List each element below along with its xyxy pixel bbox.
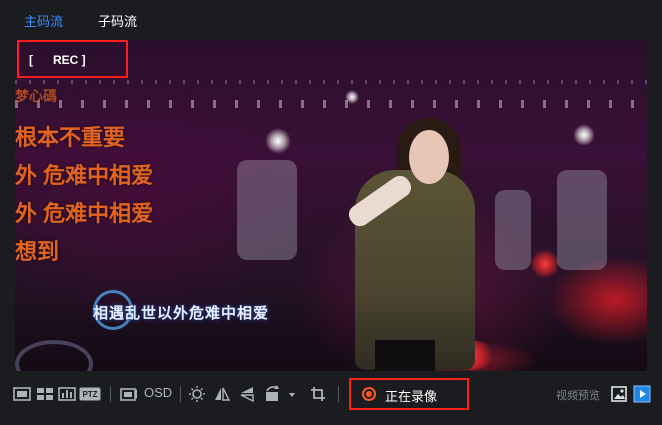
- image-icon[interactable]: [610, 385, 628, 403]
- toolbar-divider: [180, 386, 181, 402]
- side-lyric: 梦心碼: [15, 88, 57, 104]
- side-lyric: 外 危难中相爱: [15, 201, 154, 226]
- background-figure: [557, 170, 607, 270]
- bar-chart-icon[interactable]: [58, 385, 76, 403]
- side-lyric: 想到: [15, 239, 60, 264]
- singer-face: [409, 130, 449, 184]
- spotlight: [345, 90, 359, 104]
- singer-pants: [375, 340, 435, 371]
- spotlight: [265, 128, 291, 154]
- grid-1x1-icon[interactable]: [13, 385, 31, 403]
- grid-2x2-icon[interactable]: [36, 385, 54, 403]
- recording-label: 正在录像: [385, 389, 438, 404]
- ptz-label: PTZ: [82, 389, 98, 399]
- play-icon[interactable]: [633, 385, 651, 403]
- side-lyric: 根本不重要: [15, 125, 126, 150]
- rec-badge: [ REC ]: [17, 40, 128, 78]
- stage-disc: [15, 340, 93, 371]
- flip-icon[interactable]: [238, 385, 256, 403]
- side-lyric: 外 危难中相爱: [15, 163, 154, 188]
- red-light: [531, 250, 559, 278]
- preview-label: 视频预览: [556, 390, 600, 402]
- toolbar-divider: [110, 386, 111, 402]
- tab-sub-stream[interactable]: 子码流: [98, 11, 137, 30]
- osd-toggle[interactable]: OSD: [144, 385, 172, 400]
- spotlight: [573, 124, 595, 146]
- record-icon: [362, 387, 376, 401]
- brightness-icon[interactable]: [188, 385, 206, 403]
- tab-main-stream[interactable]: 主码流: [24, 11, 63, 30]
- stream-tabs: 主码流 子码流: [0, 0, 662, 40]
- background-figure: [237, 160, 297, 260]
- background-figure: [495, 190, 531, 270]
- toolbar: PTZ OSD 视频预览: [0, 371, 662, 425]
- video-subtitle: 相遇乱世以外危难中相爱: [93, 305, 270, 322]
- stage-lights-top: [15, 80, 647, 84]
- snapshot-icon[interactable]: [120, 385, 138, 403]
- ptz-icon[interactable]: PTZ: [79, 385, 101, 403]
- crop-icon[interactable]: [310, 385, 326, 403]
- toolbar-divider: [338, 386, 339, 402]
- video-preview[interactable]: 梦心碼 根本不重要 外 危难中相爱 外 危难中相爱 想到 相遇乱世以外危难中相爱: [15, 40, 647, 371]
- recording-indicator[interactable]: 正在录像: [349, 378, 469, 410]
- stage-lights: [15, 100, 647, 108]
- rec-badge-text: [ REC ]: [29, 53, 86, 67]
- rotate-icon[interactable]: [263, 385, 297, 403]
- mirror-icon[interactable]: [213, 385, 231, 403]
